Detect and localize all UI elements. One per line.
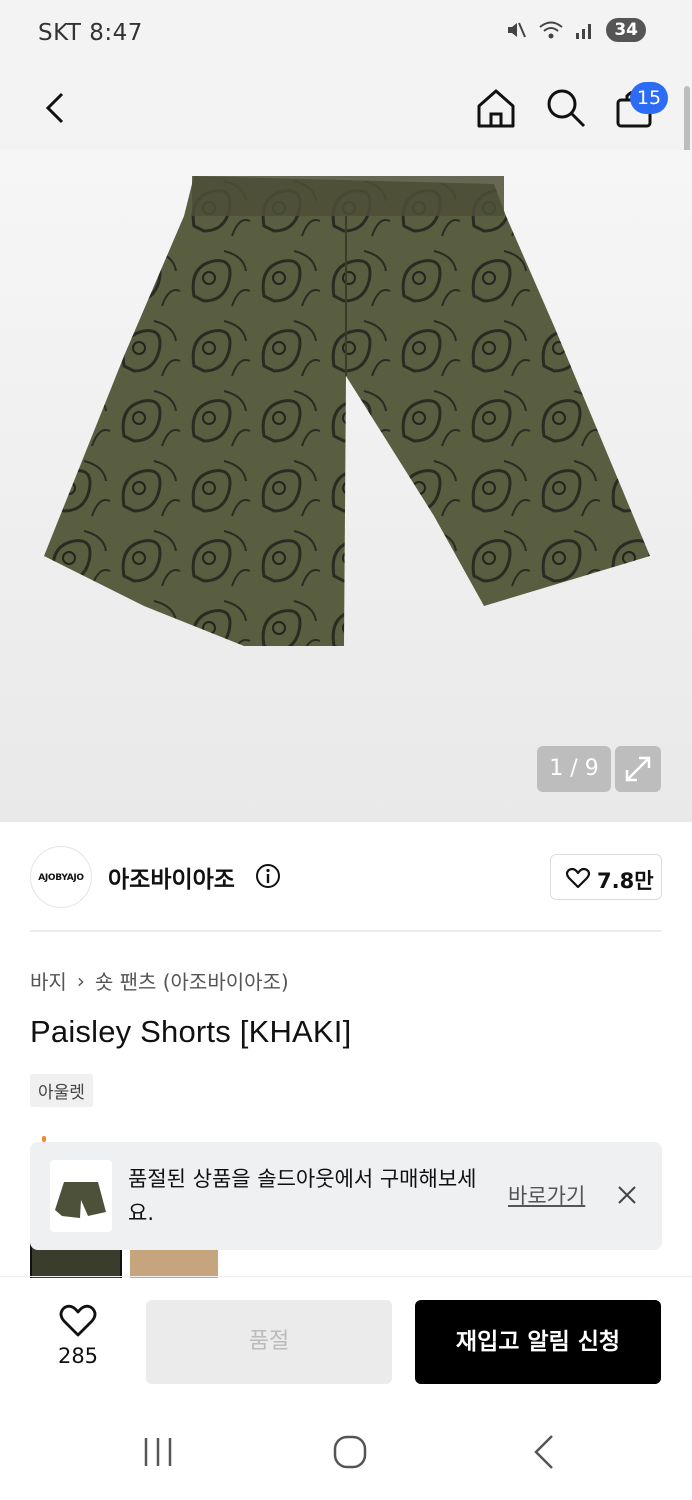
home-icon[interactable] <box>472 84 520 132</box>
top-header: 15 <box>0 70 692 150</box>
product-image-gallery[interactable]: 1 / 9 <box>0 150 692 822</box>
back-arrow-icon[interactable] <box>36 86 76 130</box>
expand-icon[interactable] <box>615 746 661 792</box>
recent-apps-icon[interactable] <box>140 1434 176 1470</box>
system-nav-bar <box>0 1404 692 1500</box>
brand-like-button[interactable]: 7.8만 <box>550 854 662 900</box>
breadcrumb-subcategory[interactable]: 숏 팬츠 (아조바이아조) <box>95 966 289 995</box>
wifi-icon <box>539 21 563 39</box>
mute-icon <box>508 22 527 38</box>
image-counter: 1 / 9 <box>537 746 611 792</box>
search-icon[interactable] <box>542 84 590 132</box>
soldout-button[interactable]: 품절 <box>146 1300 392 1384</box>
heart-icon <box>565 867 591 889</box>
signal-icon <box>576 24 592 39</box>
brand-name[interactable]: 아조바이아조 <box>108 860 235 894</box>
heart-icon <box>59 1304 97 1337</box>
soldout-toast: 품절된 상품을 솔드아웃에서 구매해보세요. 바로가기 <box>30 1142 662 1250</box>
toast-product-thumbnail <box>50 1160 112 1232</box>
toast-go-link[interactable]: 바로가기 <box>508 1180 585 1210</box>
home-nav-icon[interactable] <box>330 1432 370 1472</box>
bottom-bar-divider <box>0 1276 692 1277</box>
wishlist-count: 285 <box>57 1344 99 1368</box>
product-image <box>44 176 650 646</box>
chevron-right-icon: › <box>76 968 85 993</box>
breadcrumb-category[interactable]: 바지 <box>30 966 67 995</box>
toast-message: 품절된 상품을 솔드아웃에서 구매해보세요. <box>128 1167 477 1225</box>
outlet-tag: 아울렛 <box>30 1074 93 1107</box>
scrollbar <box>684 86 690 154</box>
battery-indicator: 34 <box>606 18 646 42</box>
cart-count-badge: 15 <box>630 82 668 114</box>
restock-alert-button[interactable]: 재입고 알림 신청 <box>415 1300 661 1384</box>
status-icons: 34 <box>504 18 646 42</box>
brand-logo[interactable]: AJOBYAJO <box>30 846 92 908</box>
brand-like-count: 7.8만 <box>597 869 654 893</box>
close-icon[interactable] <box>614 1182 640 1208</box>
wishlist-button[interactable]: 285 <box>40 1302 116 1382</box>
info-icon[interactable] <box>254 862 282 890</box>
divider <box>30 930 662 932</box>
product-title: Paisley Shorts [KHAKI] <box>30 1014 352 1049</box>
status-time: SKT 8:47 <box>38 20 143 46</box>
brand-row: AJOBYAJO 아조바이아조 7.8만 <box>30 846 662 908</box>
breadcrumb: 바지 › 숏 팬츠 (아조바이아조) <box>30 966 289 995</box>
back-nav-icon[interactable] <box>526 1432 562 1472</box>
status-bar: SKT 8:47 34 <box>0 0 692 70</box>
